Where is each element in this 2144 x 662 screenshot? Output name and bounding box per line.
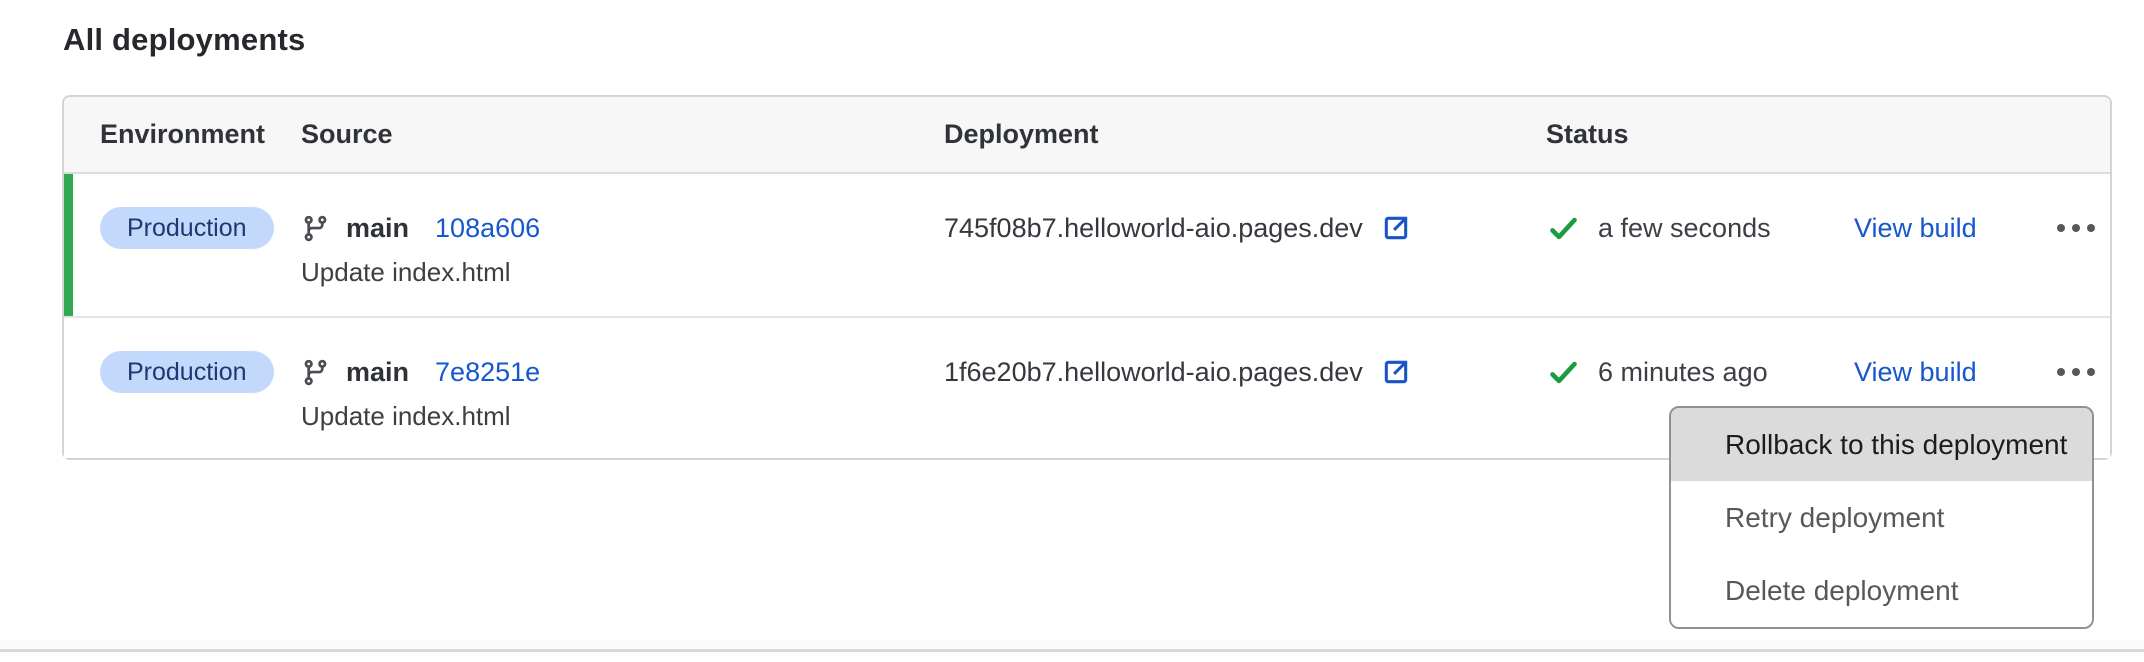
git-branch-icon [301,358,330,387]
status-time: a few seconds [1598,213,1771,244]
column-header-status: Status [1546,119,1846,150]
menu-item-delete[interactable]: Delete deployment [1671,554,2092,627]
branch-name: main [346,213,409,244]
table-header-row: Environment Source Deployment Status [64,97,2110,174]
section-bottom-divider [0,640,2144,652]
branch-name: main [346,357,409,388]
view-build-link[interactable]: View build [1854,357,1977,388]
ellipsis-icon [2057,224,2065,232]
commit-message: Update index.html [301,257,944,288]
view-build-link[interactable]: View build [1854,213,1977,244]
external-link-icon[interactable] [1380,356,1412,388]
external-link-icon[interactable] [1380,212,1412,244]
row-actions-button[interactable] [2051,206,2101,250]
deployment-context-menu: Rollback to this deployment Retry deploy… [1669,406,2094,629]
row-actions-button[interactable] [2051,350,2101,394]
success-check-icon [1548,213,1579,244]
status-time: 6 minutes ago [1598,357,1768,388]
environment-badge: Production [100,351,274,393]
environment-badge: Production [100,207,274,249]
menu-item-retry[interactable]: Retry deployment [1671,481,2092,554]
deployment-url: 745f08b7.helloworld-aio.pages.dev [944,213,1363,244]
deployment-url: 1f6e20b7.helloworld-aio.pages.dev [944,357,1363,388]
ellipsis-icon [2057,368,2065,376]
page-title: All deployments [63,22,305,58]
deployment-row: Production main 108a606 Update index.htm… [64,174,2110,316]
menu-item-rollback[interactable]: Rollback to this deployment [1671,408,2092,481]
commit-link[interactable]: 108a606 [435,213,540,244]
column-header-source: Source [301,119,944,150]
column-header-deployment: Deployment [944,119,1546,150]
commit-link[interactable]: 7e8251e [435,357,540,388]
column-header-environment: Environment [64,119,301,150]
git-branch-icon [301,214,330,243]
commit-message: Update index.html [301,401,944,432]
success-check-icon [1548,357,1579,388]
